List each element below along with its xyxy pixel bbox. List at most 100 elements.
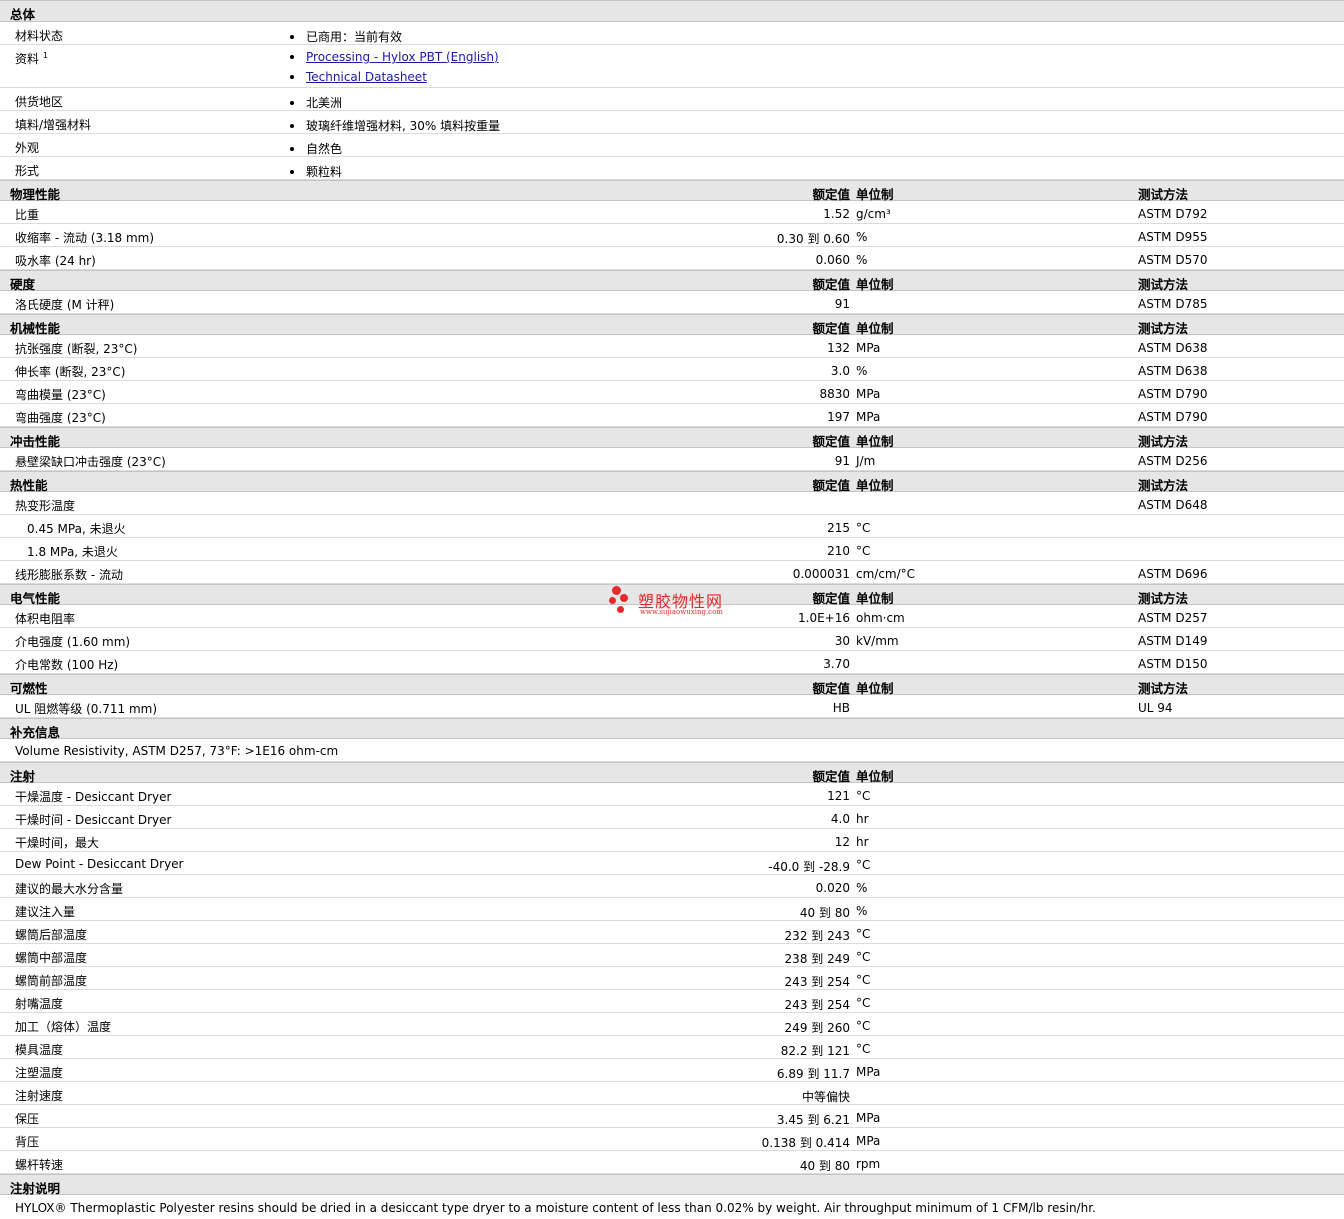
test-method: ASTM D638 [1138, 364, 1208, 378]
property-unit: hr [856, 812, 869, 826]
section-header-flammability: 可燃性 额定值 单位制 测试方法 [0, 674, 1344, 696]
property-row: 收缩率 - 流动 (3.18 mm) 0.30 到 0.60 % ASTM D9… [0, 224, 1344, 247]
property-label: 0.45 MPa, 未退火 [27, 522, 126, 536]
processing-row: 螺杆转速 40 到 80 rpm [0, 1151, 1344, 1174]
property-value: 91 [834, 297, 850, 311]
property-label: 注塑温度 [15, 1066, 64, 1080]
section-header-physical: 物理性能 额定值 单位制 测试方法 [0, 180, 1344, 202]
general-row-form: 形式 颗粒料 [0, 157, 1344, 180]
processing-row: 螺筒前部温度 243 到 254 °C [0, 967, 1344, 990]
property-row: 抗张强度 (断裂, 23°C) 132 MPa ASTM D638 [0, 335, 1344, 358]
property-label: 建议注入量 [15, 905, 76, 919]
property-label: 螺筒中部温度 [15, 951, 88, 965]
property-label: 热变形温度 [15, 499, 76, 513]
property-unit: °C [856, 1042, 871, 1056]
property-unit: °C [856, 789, 871, 803]
property-value: 30 [834, 634, 850, 648]
property-value: 249 到 260 [784, 1021, 850, 1035]
processing-row: 干燥温度 - Desiccant Dryer 121 °C [0, 783, 1344, 806]
property-label: 干燥温度 - Desiccant Dryer [15, 790, 172, 804]
property-label: Dew Point - Desiccant Dryer [15, 857, 184, 871]
property-value: 40 到 80 [799, 906, 850, 920]
property-label: 抗张强度 (断裂, 23°C) [15, 342, 138, 356]
processing-row: 建议的最大水分含量 0.020% [0, 875, 1344, 898]
general-row-appearance: 外观 自然色 [0, 134, 1344, 157]
property-row: 介电常数 (100 Hz) 3.70 ASTM D150 [0, 651, 1344, 674]
property-unit: MPa [856, 387, 881, 401]
logo-dot-icon [612, 586, 621, 595]
property-unit: °C [856, 544, 871, 558]
injection-notes-row: HYLOX® Thermoplastic Polyester resins sh… [0, 1195, 1344, 1219]
property-value: 232 到 243 [784, 929, 850, 943]
section-header-hardness: 硬度 额定值 单位制 测试方法 [0, 270, 1344, 292]
technical-datasheet-link[interactable]: Technical Datasheet [306, 70, 427, 84]
property-value: 中等偏快 [801, 1090, 850, 1104]
processing-doc-link[interactable]: Processing - Hylox PBT (English) [306, 50, 499, 64]
watermark-url: www.sujiaowuxing.com [640, 608, 723, 616]
region-text: 北美洲 [306, 96, 343, 110]
bullet-icon [290, 169, 294, 174]
filler-text: 玻璃纤维增强材料, 30% 填料按重量 [306, 119, 501, 133]
supplement-row: Volume Resistivity, ASTM D257, 73°F: >1E… [0, 739, 1344, 762]
property-unit: % [856, 253, 868, 267]
row-label: 形式 [15, 164, 40, 178]
property-value: 0.30 到 0.60 [776, 232, 850, 246]
property-unit: °C [856, 521, 871, 535]
section-title: 总体 [10, 7, 36, 22]
property-row: 介电强度 (1.60 mm) 30 kV/mm ASTM D149 [0, 628, 1344, 651]
general-row-status: 材料状态 已商用：当前有效 [0, 22, 1344, 45]
property-value: HB [832, 701, 850, 715]
property-row: 线形膨胀系数 - 流动 0.000031 cm/cm/°C ASTM D696 [0, 561, 1344, 584]
property-label: 悬壁梁缺口冲击强度 (23°C) [15, 455, 166, 469]
property-unit: kV/mm [856, 634, 899, 648]
property-value: 0.060 [815, 253, 850, 267]
property-row: 热变形温度 ASTM D648 [0, 492, 1344, 515]
property-value: 3.0 [830, 364, 850, 378]
property-unit: J/m [856, 454, 876, 468]
property-value: 243 到 254 [784, 998, 850, 1012]
section-header-general: 总体 [0, 0, 1344, 22]
property-unit: °C [856, 1019, 871, 1033]
property-label: 射嘴温度 [15, 997, 64, 1011]
property-row: 0.45 MPa, 未退火 215 °C [0, 515, 1344, 538]
property-unit: MPa [856, 410, 881, 424]
property-value: 91 [834, 454, 850, 468]
bullet-icon [290, 74, 294, 79]
bullet-icon [290, 100, 294, 105]
property-label: 背压 [15, 1135, 40, 1149]
row-value: 颗粒料 [290, 162, 342, 182]
property-unit: % [856, 904, 868, 918]
property-value: 1.0E+16 [798, 611, 850, 625]
processing-row: 干燥时间，最大 12 hr [0, 829, 1344, 852]
section-header-injection: 注射 额定值 单位制 [0, 762, 1344, 784]
test-method: ASTM D696 [1138, 567, 1208, 581]
property-label: 保压 [15, 1112, 40, 1126]
property-value: 4.0 [830, 812, 850, 826]
property-label: 螺筒后部温度 [15, 928, 88, 942]
property-unit: °C [856, 973, 871, 987]
property-label: 干燥时间 - Desiccant Dryer [15, 813, 172, 827]
test-method: ASTM D638 [1138, 341, 1208, 355]
logo-dot-icon [620, 594, 628, 602]
property-value: 40 到 80 [799, 1159, 850, 1173]
property-unit: % [856, 230, 868, 244]
property-label: 螺杆转速 [15, 1158, 64, 1172]
property-value: 3.70 [823, 657, 850, 671]
processing-row: 背压 0.138 到 0.414 MPa [0, 1128, 1344, 1151]
test-method: ASTM D570 [1138, 253, 1208, 267]
property-row: 1.8 MPa, 未退火 210 °C [0, 538, 1344, 561]
test-method: ASTM D149 [1138, 634, 1208, 648]
row-label: 资料 1 [15, 50, 48, 67]
property-unit: °C [856, 858, 871, 872]
property-label: 洛氏硬度 (M 计秤) [15, 298, 115, 312]
property-unit: °C [856, 996, 871, 1010]
property-value: 0.138 到 0.414 [761, 1136, 850, 1150]
form-text: 颗粒料 [306, 165, 343, 179]
test-method: ASTM D955 [1138, 230, 1208, 244]
test-method: ASTM D790 [1138, 387, 1208, 401]
appearance-text: 自然色 [306, 142, 343, 156]
row-label: 外观 [15, 141, 40, 155]
row-value: 已商用：当前有效 [290, 27, 402, 47]
property-value: 12 [834, 835, 850, 849]
processing-row: 保压 3.45 到 6.21 MPa [0, 1105, 1344, 1128]
